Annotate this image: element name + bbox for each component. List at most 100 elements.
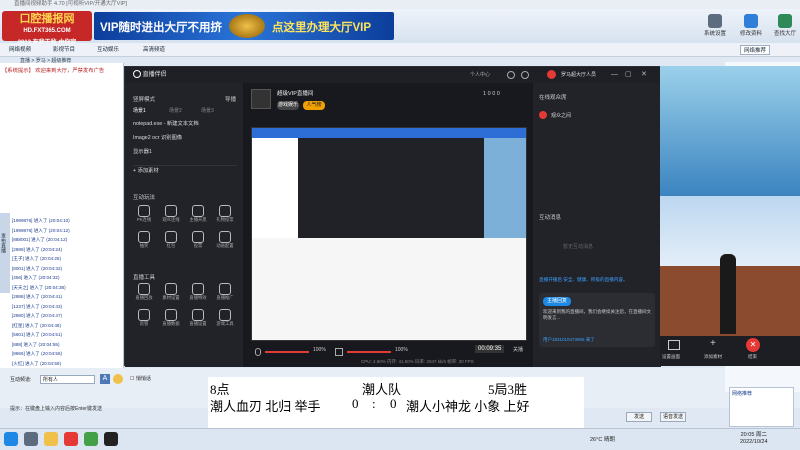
help-icon[interactable]: [521, 71, 529, 79]
weather-label[interactable]: 26°C 晴朗: [590, 435, 615, 443]
stat-count: 0: [496, 91, 500, 97]
audio-bar: 100% 100% 00:09:35 关播: [251, 345, 527, 359]
tool-item[interactable]: 直播推广: [212, 283, 238, 301]
chat-target-select[interactable]: 所有人: [40, 375, 95, 384]
tool-label: 房管: [139, 321, 149, 326]
find-hall-button[interactable]: 查找大厅: [764, 12, 800, 42]
tab-movies[interactable]: 影视节目: [50, 45, 78, 55]
tool-item[interactable]: PK连线: [131, 205, 157, 223]
add-source-button[interactable]: + 添加素材: [133, 165, 237, 176]
chat-log-line: [2888] 进入了 (20:04:41): [12, 294, 63, 299]
tool-label: 直播回放: [135, 295, 153, 300]
scene-tab-2[interactable]: 场景2: [169, 107, 182, 114]
mic-icon[interactable]: [255, 348, 261, 356]
audience-user: 观众之间: [551, 113, 572, 119]
tool-label: PK连线: [136, 217, 152, 222]
tool-item[interactable]: 礼物投票: [212, 205, 238, 223]
tab-interactive[interactable]: 互动娱乐: [94, 45, 122, 55]
end-stream-label: 结束: [748, 354, 757, 359]
scene-tab-1[interactable]: 场景1: [133, 107, 146, 114]
tool-item[interactable]: 红包: [158, 231, 184, 249]
refresh-icon[interactable]: [507, 71, 515, 79]
voice-send-button[interactable]: 语音发送: [660, 412, 686, 422]
popularity-tag[interactable]: 人气榜: [303, 101, 325, 110]
tool-item[interactable]: 抽奖: [131, 231, 157, 249]
folder-icon[interactable]: [44, 432, 58, 446]
source-item[interactable]: 显示器1: [133, 147, 237, 158]
tool-item[interactable]: 直播设置: [185, 309, 211, 327]
audience-item[interactable]: 观众之间: [539, 109, 655, 123]
send-button[interactable]: 发送: [626, 412, 652, 422]
mode-label[interactable]: 竖屏模式: [133, 95, 155, 103]
clock-time: 20:05 周二: [740, 432, 767, 438]
tool-item[interactable]: 直播特效: [185, 283, 211, 301]
clock[interactable]: 20:05 周二 2022/10/24: [740, 432, 768, 446]
source-item[interactable]: Image2 ocr 识别图像: [133, 133, 237, 144]
side-tab[interactable]: 发布直播: [0, 213, 10, 293]
tool-label: 红包: [166, 243, 176, 248]
room-category-tag[interactable]: 游戏娱乐: [277, 101, 299, 110]
mic-volume-slider[interactable]: [265, 351, 309, 353]
tool-label: 修改资料: [739, 31, 762, 37]
ad-left-text: VIP随时进出大厅不用挤: [100, 22, 223, 34]
tool-item[interactable]: 素材设置: [158, 283, 184, 301]
tool-icon: [219, 309, 231, 321]
pool-view: [660, 66, 800, 196]
chat-message: 主播回复 欢迎来到我的直播间，我们会继续关注您，在直播间文明发言... 用户18…: [539, 293, 655, 347]
tool-item[interactable]: 直播数据: [158, 309, 184, 327]
side-tab-label: 发布直播: [0, 233, 6, 253]
recommend-list[interactable]: 网络推荐: [729, 387, 794, 427]
maximize-icon[interactable]: ▢: [625, 67, 632, 83]
gear-icon: [708, 14, 722, 28]
stop-stream-button[interactable]: 关播: [513, 346, 523, 353]
tool-item[interactable]: 房管: [131, 309, 157, 327]
start-icon[interactable]: [4, 432, 18, 446]
tool-item[interactable]: 观众连线: [158, 205, 184, 223]
tool-item[interactable]: 主播开黑: [185, 205, 211, 223]
font-icon[interactable]: A: [100, 374, 110, 384]
source-item[interactable]: notepad.exe - 新建文本文档: [133, 119, 237, 130]
tool-item[interactable]: 投票: [185, 231, 211, 249]
tab-hd[interactable]: 高清频道: [140, 45, 168, 55]
speaker-volume-slider[interactable]: [347, 351, 391, 353]
tool-item[interactable]: 动画配置: [212, 231, 238, 249]
close-icon[interactable]: ✕: [641, 67, 647, 83]
tool-item[interactable]: 直播回放: [131, 283, 157, 301]
ad-right-text: 点这里办理大厅VIP: [272, 22, 372, 34]
screen-settings-icon[interactable]: [668, 340, 680, 350]
hint-text: 提示：在键盘上输入内容后按Enter键发送: [10, 406, 102, 412]
add-icon[interactable]: +: [710, 338, 716, 349]
avatar[interactable]: [547, 70, 556, 79]
minimize-icon[interactable]: —: [611, 67, 618, 83]
end-stream-icon[interactable]: ✕: [746, 338, 760, 352]
tab-online-video[interactable]: 网络视频: [6, 45, 34, 55]
tab-network-recommend[interactable]: 网络推荐: [740, 45, 771, 55]
tool-icon: [219, 205, 231, 217]
speaker-icon[interactable]: [335, 348, 343, 356]
search-icon[interactable]: [24, 432, 38, 446]
stat-count: 0: [487, 91, 491, 97]
personal-center-link[interactable]: 个人中心: [470, 67, 490, 83]
stream-app-icon[interactable]: [104, 432, 118, 446]
tool-icon: [192, 205, 204, 217]
chat-log-line: [天天之] 进入了 (20:04:38): [12, 284, 66, 290]
chat-log-line: [红星] 进入了 (20:04:49): [12, 322, 62, 328]
home-icon: [744, 14, 758, 28]
site-logo[interactable]: 口腔播报网 HD.FXT365.COM 2013 有我无敌 由你定: [2, 11, 92, 46]
stream-preview[interactable]: [251, 127, 527, 341]
chat-user-badge: 主播回复: [543, 297, 571, 306]
browser-icon[interactable]: [64, 432, 78, 446]
avatar: [539, 111, 547, 119]
room-cover[interactable]: [251, 89, 271, 109]
tool-item[interactable]: 游戏工具: [212, 309, 238, 327]
whisper-checkbox[interactable]: ☐ 悄悄话: [130, 375, 151, 382]
room-title[interactable]: 超级VIP直播间: [277, 89, 313, 97]
emoji-icon[interactable]: [113, 374, 123, 384]
scene-tab-3[interactable]: 场景3: [201, 107, 214, 114]
tool-label: 主播开黑: [189, 217, 207, 222]
tool-icon: [219, 283, 231, 295]
app-icon[interactable]: [84, 432, 98, 446]
stream-titlebar: 直播伴侣 个人中心 罗马超大厅人员 — ▢ ✕: [125, 67, 661, 83]
vip-ad-banner[interactable]: VIP随时进出大厅不用挤 点这里办理大厅VIP: [94, 12, 394, 40]
layout-toggle[interactable]: 导播: [225, 95, 236, 103]
